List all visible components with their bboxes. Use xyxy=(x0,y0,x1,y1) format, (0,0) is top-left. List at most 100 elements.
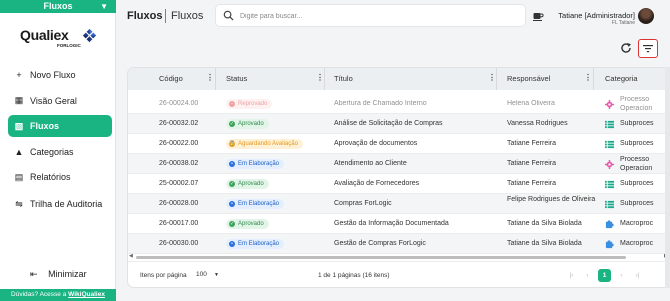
header: Fluxos Fluxos Tatiane [Administrador] FL… xyxy=(116,0,670,34)
cell-title: Avaliação de Fornecedores xyxy=(334,180,420,187)
vertical-scrollbar[interactable] xyxy=(665,67,670,288)
cell-owner: Tatiane da Silva Biolada xyxy=(507,220,582,227)
status-text: Reprovado xyxy=(238,101,268,107)
module-selector-label: Fluxos xyxy=(43,1,73,11)
cell-owner: Vanessa Rodrigues xyxy=(507,120,568,127)
column-header-responsavel[interactable]: Responsável xyxy=(507,74,550,83)
status-badge: • Em Elaboração xyxy=(226,199,285,209)
status-badge: ✓ Aprovado xyxy=(226,119,269,129)
last-page-button[interactable]: ›| xyxy=(631,269,644,282)
logo-subtext: FORLOGIC xyxy=(57,43,81,48)
column-header-titulo[interactable]: Título xyxy=(334,74,353,83)
filter-button[interactable] xyxy=(638,39,658,58)
status-text: Em Elaboração xyxy=(238,161,280,167)
status-badge: ✓ Aprovado xyxy=(226,179,269,189)
module-selector[interactable]: Fluxos ▼ xyxy=(0,0,116,13)
sidebar-item-trilha-auditoria[interactable]: ⇋ Trilha de Auditoria xyxy=(8,193,112,215)
sidebar-item-fluxos[interactable]: ▧ Fluxos xyxy=(8,115,112,137)
pagination-footer: Itens por página 100 ▼ 1 de 1 páginas (1… xyxy=(128,261,669,287)
first-page-button[interactable]: |‹ xyxy=(565,269,578,282)
cell-title: Aprovação de documentos xyxy=(334,140,418,147)
per-page-select[interactable]: 100 ▼ xyxy=(194,268,222,282)
column-menu-icon[interactable]: ⋮ xyxy=(206,73,214,82)
status-badge: • Em Elaboração xyxy=(226,159,285,169)
sidebar-item-label: Novo Fluxo xyxy=(30,70,76,80)
table-row[interactable]: 26-00038.02 • Em Elaboração Atendimento a… xyxy=(128,154,669,174)
cell-code: 26-00038.02 xyxy=(159,160,199,167)
table-row[interactable]: 26-00022.00 ⌛ Aguardando Avaliação Aprova… xyxy=(128,134,669,154)
column-header-status[interactable]: Status xyxy=(226,74,247,83)
logo-mark-icon xyxy=(82,28,97,43)
column-menu-icon[interactable]: ⋮ xyxy=(488,73,496,82)
sidebar-item-label: Trilha de Auditoria xyxy=(30,199,103,209)
user-role: FL Tatiane xyxy=(611,20,635,26)
flow-icon: ▧ xyxy=(14,120,24,131)
next-page-button[interactable]: › xyxy=(615,269,628,282)
help-text: Dúvidas? Acesse a xyxy=(11,291,69,298)
status-text: Aguardando Avaliação xyxy=(238,141,298,147)
column-divider xyxy=(496,68,497,90)
table-row[interactable]: 26-00032.02 ✓ Aprovado Análise de Solicit… xyxy=(128,114,669,134)
list-icon xyxy=(605,180,614,189)
cell-code: 26-00017.00 xyxy=(159,220,199,227)
prev-page-button[interactable]: ‹ xyxy=(581,269,594,282)
status-text: Aprovado xyxy=(238,121,264,127)
column-menu-icon[interactable]: ⋮ xyxy=(584,73,592,82)
table-row[interactable]: 26-00030.00 • Em Elaboração Gestão de Com… xyxy=(128,234,669,254)
check-icon: ✓ xyxy=(229,181,235,187)
cell-title: Análise de Solicitação de Compras xyxy=(334,120,443,127)
scroll-left-icon[interactable]: ◀ xyxy=(129,253,133,259)
cell-owner: Felipe Rodrigues de Oliveira xyxy=(507,196,596,203)
cell-owner: Helena Oliveira xyxy=(507,100,555,107)
table-row[interactable]: 25-00002.07 ✓ Aprovado Avaliação de Forne… xyxy=(128,174,669,194)
cell-category: Processo Operacion xyxy=(620,156,653,172)
cell-owner: Tatiane Ferreira xyxy=(507,160,557,167)
status-text: Aprovado xyxy=(238,221,264,227)
cell-title: Abertura de Chamado Interno xyxy=(334,100,427,107)
dashboard-icon: ▦ xyxy=(14,95,24,105)
sidebar: Fluxos ▼ Qualiex FORLOGIC + Novo Fluxo ▦… xyxy=(0,0,116,301)
help-link[interactable]: WikiQualiex xyxy=(68,291,105,298)
search-box[interactable] xyxy=(215,4,526,27)
edit-icon: • xyxy=(229,241,235,247)
table-row[interactable]: 26-00024.00 − Reprovado Abertura de Chama… xyxy=(128,94,669,114)
sidebar-item-categorias[interactable]: ▲ Categorias xyxy=(8,141,112,163)
search-input[interactable] xyxy=(240,10,510,22)
list-icon xyxy=(605,140,614,149)
audit-icon: ⇋ xyxy=(15,198,23,209)
edit-icon: • xyxy=(229,201,235,207)
table-header: Código ⋮ Status ⋮ Título ⋮ Responsável ⋮… xyxy=(128,68,669,90)
horizontal-scrollbar[interactable]: ◀ ▶ xyxy=(128,253,669,260)
search-icon xyxy=(223,10,234,21)
cell-title: Compras ForLogic xyxy=(334,200,392,207)
page-title: Fluxos xyxy=(127,10,163,22)
sidebar-item-novo-fluxo[interactable]: + Novo Fluxo xyxy=(8,64,112,86)
minimize-button[interactable]: ⇤ Minimizar xyxy=(30,269,87,280)
status-text: Aprovado xyxy=(238,181,264,187)
status-badge: • Em Elaboração xyxy=(226,239,285,249)
logo: Qualiex FORLOGIC xyxy=(18,27,100,51)
sidebar-item-label: Visão Geral xyxy=(30,95,77,106)
chevron-down-icon: ▼ xyxy=(214,272,219,278)
refresh-icon[interactable] xyxy=(620,42,632,54)
cell-code: 26-00028.00 xyxy=(159,200,199,207)
per-page-value: 100 xyxy=(196,271,207,278)
column-menu-icon[interactable]: ⋮ xyxy=(316,73,324,82)
sidebar-item-visao-geral[interactable]: ▦ Visão Geral xyxy=(8,90,112,112)
column-divider xyxy=(593,68,594,90)
table-row[interactable]: 26-00028.00 • Em Elaboração Compras ForLo… xyxy=(128,194,669,214)
user-name: Tatiane [Administrador] xyxy=(558,11,635,20)
scrollbar-thumb[interactable] xyxy=(136,256,626,259)
page-number-button[interactable]: 1 xyxy=(598,269,611,282)
puzzle-icon xyxy=(605,240,614,249)
check-icon: ✓ xyxy=(229,121,235,127)
column-header-codigo[interactable]: Código xyxy=(159,74,183,83)
column-header-categoria[interactable]: Categoria xyxy=(605,74,638,83)
cell-owner: Tatiane Ferreira xyxy=(507,140,557,147)
table-row[interactable]: 26-00017.00 ✓ Aprovado Gestão da Informaç… xyxy=(128,214,669,234)
avatar[interactable] xyxy=(638,8,654,24)
status-badge: − Reprovado xyxy=(226,99,273,109)
page-range: 1 de 1 páginas (16 itens) xyxy=(318,272,390,279)
sidebar-item-relatorios[interactable]: ▤ Relatórios xyxy=(8,166,112,188)
cell-code: 26-00032.02 xyxy=(159,120,199,127)
